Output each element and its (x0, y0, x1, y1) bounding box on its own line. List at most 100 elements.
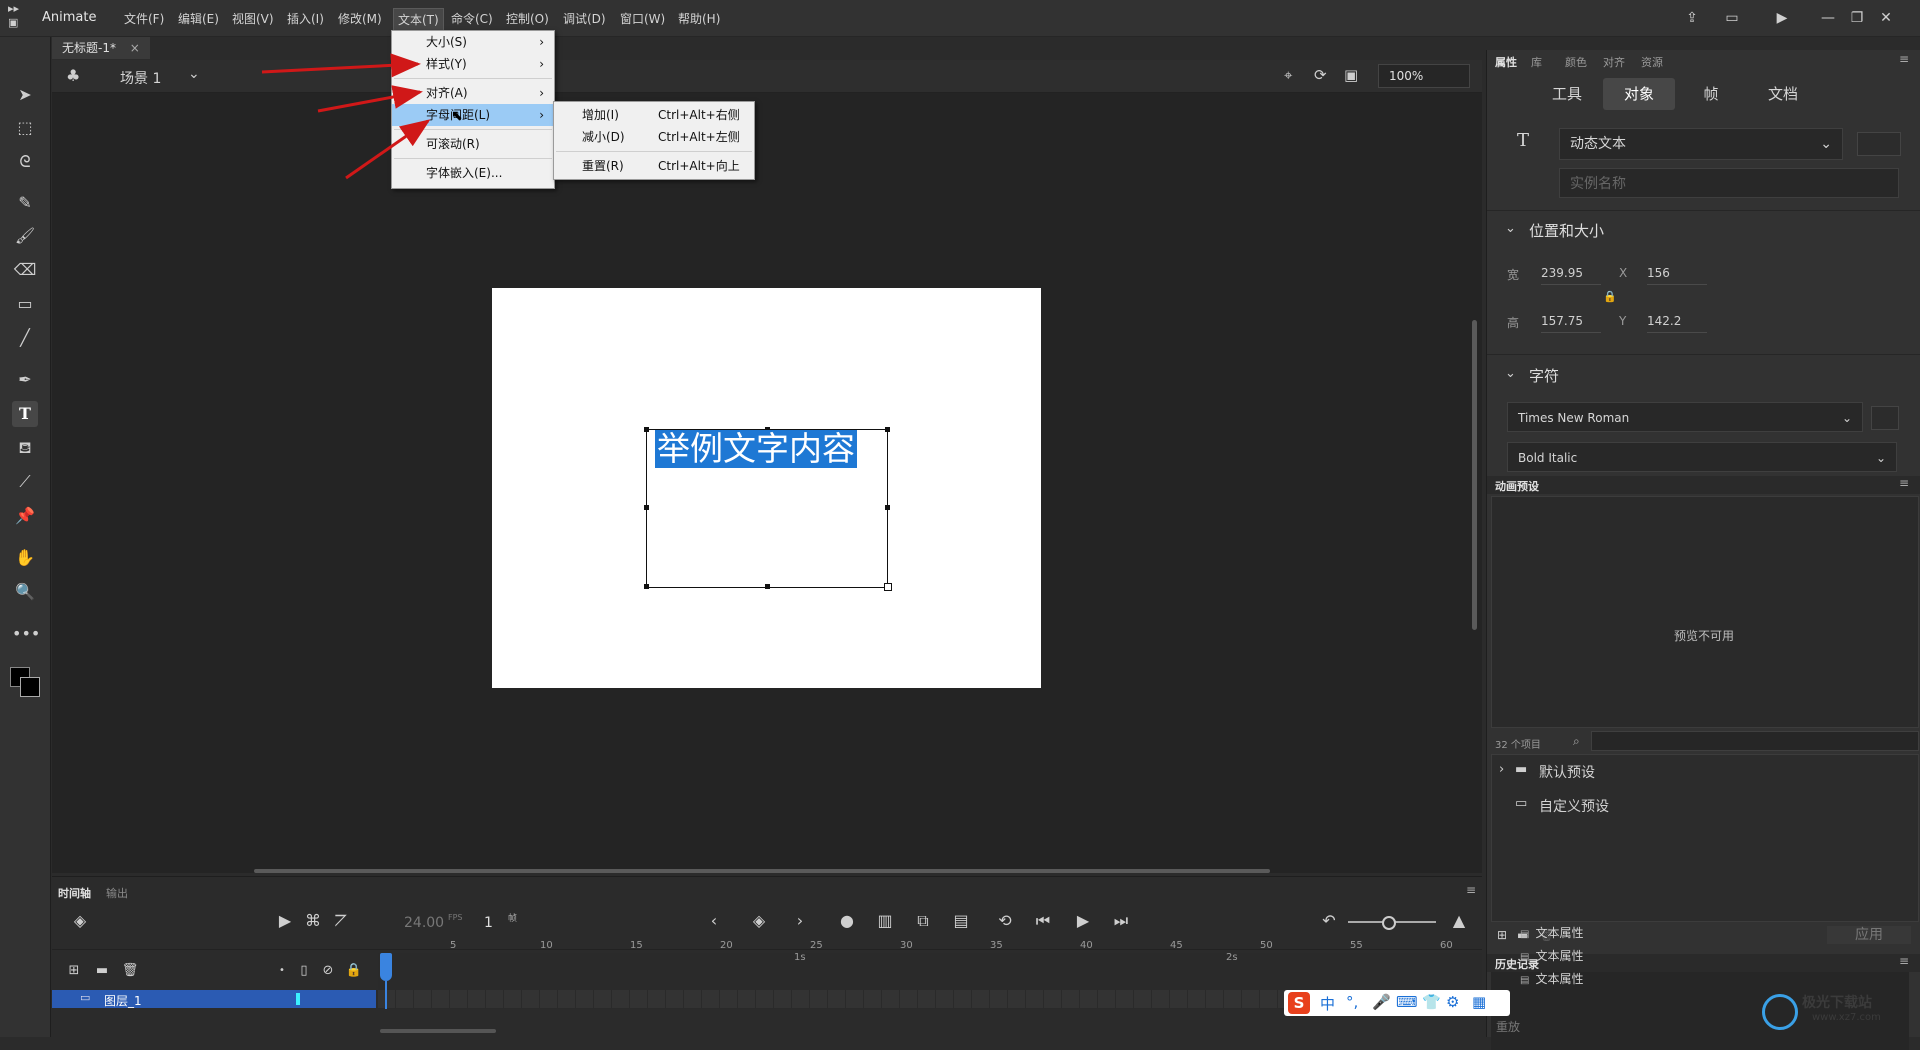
fit-timeline-icon[interactable]: ▲ (1446, 907, 1472, 935)
ruler-tick: 5 (450, 940, 457, 951)
item-count: 32 个项目 (1495, 740, 1541, 751)
instance-name-input[interactable]: 实例名称 (1559, 168, 1899, 198)
copy-frames-icon[interactable]: ⧉ (910, 907, 936, 935)
new-layer-icon[interactable]: ⊞ (62, 957, 86, 985)
font-family-select[interactable]: Times New Roman ⌄ (1507, 402, 1863, 432)
layer-row[interactable]: ▭ 图层_1 (52, 990, 376, 1008)
play-icon[interactable]: ▶ (1070, 907, 1096, 935)
apply-button[interactable]: 应用 (1827, 926, 1911, 944)
ruler-seconds: 1s (794, 952, 806, 963)
width-value[interactable]: 239.95 (1541, 266, 1601, 285)
text-options-button[interactable] (1857, 132, 1901, 156)
insert-keyframe-icon[interactable]: ◈ (746, 907, 772, 935)
segment-object[interactable]: 对象 (1603, 78, 1675, 110)
x-value[interactable]: 156 (1647, 266, 1707, 285)
history-item[interactable]: ▤ 文本属性 (1520, 945, 1583, 967)
outline-icon[interactable]: ▯ (294, 957, 314, 985)
chevron-down-icon: ⌄ (1820, 136, 1832, 152)
text-type-select[interactable]: 动态文本 ⌄ (1559, 128, 1843, 160)
step-forward-icon[interactable]: ⏭ (1108, 907, 1134, 935)
properties-panel: 属性 库 颜色 对齐 资源 ≡ 工具 对象 帧 文档 T 动态文本 ⌄ 实例名称… (1486, 50, 1920, 1050)
new-folder-icon[interactable]: ▬ (90, 957, 114, 985)
tab-color[interactable]: 颜色 (1565, 54, 1587, 70)
layers-icon[interactable]: ◈ (66, 907, 94, 935)
timeline-zoom-thumb[interactable] (1382, 916, 1396, 930)
tab-align[interactable]: 对齐 (1603, 54, 1625, 70)
paste-frames-icon[interactable]: ▤ (948, 907, 974, 935)
font-style-select[interactable]: Bold Italic ⌄ (1507, 442, 1897, 472)
chevron-down-icon[interactable]: ⌄ (1505, 366, 1516, 381)
prev-keyframe-icon[interactable]: ‹ (704, 907, 724, 935)
panel-menu-icon[interactable]: ≡ (1466, 883, 1476, 897)
highlight-icon[interactable]: • (272, 957, 292, 985)
layer-icon: ▭ (80, 991, 91, 1004)
loop-icon[interactable]: ⟲ (992, 907, 1018, 935)
history-item-label: 文本属性 (1535, 972, 1584, 986)
visibility-icon[interactable]: ⊘ (316, 957, 340, 985)
lock-proportions-icon[interactable]: 🔒 (1603, 290, 1617, 303)
annotation-arrow (261, 53, 421, 78)
preset-folder-default[interactable]: 默认预设 (1539, 762, 1595, 782)
ime-voice-icon[interactable]: 🎤 (1372, 993, 1391, 1011)
font-embed-button[interactable] (1871, 406, 1899, 430)
preset-preview: 预览不可用 (1491, 496, 1919, 728)
tab-properties[interactable]: 属性 (1495, 54, 1517, 70)
ime-skin-icon[interactable]: 👕 (1422, 993, 1441, 1011)
ime-grid-icon[interactable]: ▦ (1472, 993, 1486, 1011)
ime-mode[interactable]: 中 (1320, 993, 1335, 1014)
graph-icon[interactable]: ⦢ (328, 907, 354, 935)
tab-assets[interactable]: 资源 (1641, 54, 1663, 70)
delete-layer-icon[interactable]: 🗑 (118, 957, 142, 985)
segment-frame[interactable]: 帧 (1675, 78, 1747, 110)
camera-icon[interactable]: ▶ (272, 907, 298, 935)
chevron-down-icon[interactable]: ⌄ (1505, 221, 1516, 236)
segment-tool[interactable]: 工具 (1531, 78, 1603, 110)
preset-folder-custom[interactable]: 自定义预设 (1539, 796, 1609, 816)
layer-name[interactable]: 图层_1 (104, 992, 142, 1009)
ruler-tick: 10 (540, 940, 553, 951)
font-style-value: Bold Italic (1518, 451, 1578, 465)
ime-tools-icon[interactable]: ⚙ (1446, 993, 1459, 1011)
tab-timeline[interactable]: 时间轴 (58, 885, 91, 901)
tab-library[interactable]: 库 (1531, 54, 1542, 70)
ime-logo-icon[interactable]: S (1288, 992, 1310, 1014)
new-preset-icon[interactable]: ⊞ (1497, 928, 1507, 942)
step-back-icon[interactable]: ⏮ (1030, 907, 1056, 935)
history-item[interactable]: ▤ 文本属性 (1520, 922, 1583, 944)
playhead[interactable] (380, 953, 392, 1009)
ruler-tick: 55 (1350, 940, 1363, 951)
fps-value[interactable]: 24.00 (404, 915, 444, 931)
width-label: 宽 (1507, 268, 1520, 282)
panel-menu-icon[interactable]: ≡ (1899, 954, 1909, 968)
undo-zoom-icon[interactable]: ↶ (1316, 907, 1342, 935)
watermark-url: www.xz7.com (1812, 1012, 1881, 1023)
panel-menu-icon[interactable]: ≡ (1899, 52, 1909, 66)
lock-icon[interactable]: 🔒 (342, 957, 366, 985)
ime-punct-icon[interactable]: °, (1346, 993, 1358, 1011)
chevron-right-icon[interactable]: › (1499, 762, 1504, 777)
ime-toolbar: S 中 °, 🎤 ⌨ 👕 ⚙ ▦ (1284, 990, 1510, 1016)
history-item-label: 文本属性 (1535, 926, 1584, 940)
ruler-tick: 50 (1260, 940, 1273, 951)
edit-multiple-frames-icon[interactable]: ▥ (872, 907, 898, 935)
timeline-scrollbar[interactable] (380, 1029, 496, 1033)
history-item[interactable]: ▤ 文本属性 (1520, 968, 1583, 990)
height-label: 高 (1507, 316, 1520, 330)
y-label: Y (1619, 314, 1627, 328)
segment-document[interactable]: 文档 (1747, 78, 1819, 110)
presets-title: 动画预设 (1495, 480, 1539, 493)
y-value[interactable]: 142.2 (1647, 314, 1707, 333)
current-frame[interactable]: 1 (484, 915, 493, 931)
panel-menu-icon[interactable]: ≡ (1899, 476, 1909, 490)
divider (1487, 354, 1920, 355)
onion-skin-icon[interactable]: ● (834, 907, 860, 935)
layer-parenting-icon[interactable]: ⌘ (300, 907, 326, 935)
tab-output[interactable]: 输出 (106, 885, 128, 901)
ruler-tick: 15 (630, 940, 643, 951)
height-value[interactable]: 157.75 (1541, 314, 1601, 333)
watermark-icon (1762, 994, 1798, 1030)
replay-button[interactable]: 重放 (1496, 1018, 1520, 1035)
ime-keyboard-icon[interactable]: ⌨ (1396, 993, 1418, 1011)
next-keyframe-icon[interactable]: › (790, 907, 810, 935)
preset-search-input[interactable] (1591, 731, 1919, 751)
